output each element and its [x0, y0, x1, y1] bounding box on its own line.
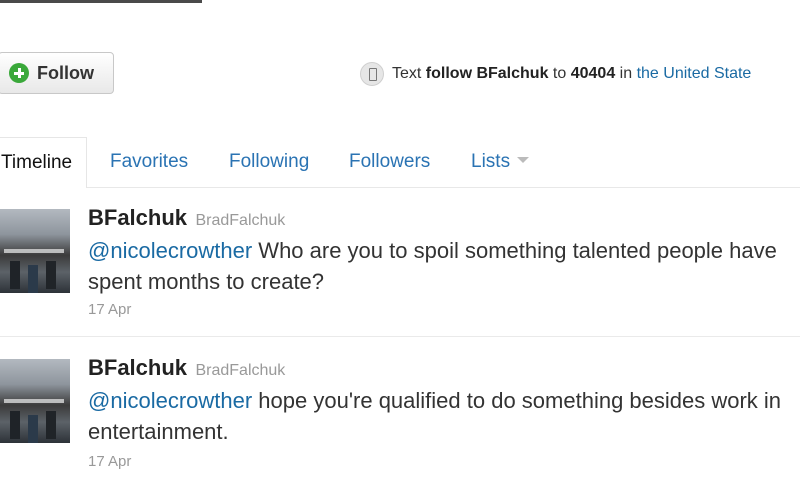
tab-favorites[interactable]: Favorites [110, 137, 188, 187]
header-image-edge [0, 0, 202, 3]
sms-in: in [619, 65, 633, 82]
sms-number: 40404 [570, 65, 616, 82]
tweet-timestamp[interactable]: 17 Apr [88, 301, 131, 318]
follow-button[interactable]: Follow [0, 52, 114, 94]
tweet-header: BFalchuk BradFalchuk [88, 355, 285, 381]
country-link[interactable]: the United State [637, 65, 752, 83]
tweet-mention-link[interactable]: @nicolecrowther [88, 238, 252, 263]
avatar[interactable] [0, 359, 70, 443]
tweet-header: BFalchuk BradFalchuk [88, 205, 285, 231]
tweet-author-handle[interactable]: BradFalchuk [195, 362, 285, 379]
sms-follow-instructions: Text follow BFalchuk to 40404 in the Uni… [360, 62, 751, 86]
profile-tabs: Timeline Favorites Following Followers L… [0, 137, 800, 188]
phone-icon [360, 62, 384, 86]
plus-icon [9, 63, 29, 83]
tweet-author-handle[interactable]: BradFalchuk [195, 212, 285, 229]
tweet-divider [0, 336, 800, 337]
sms-to: to [552, 65, 567, 82]
tweet-author-name[interactable]: BFalchuk [88, 355, 187, 380]
sms-command: follow BFalchuk [425, 65, 549, 82]
tweet-mention-link[interactable]: @nicolecrowther [88, 388, 252, 413]
tweet-text: @nicolecrowther Who are you to spoil som… [88, 235, 800, 297]
sms-prefix: Text [392, 65, 422, 82]
tab-timeline[interactable]: Timeline [0, 137, 88, 188]
tab-following[interactable]: Following [229, 137, 309, 187]
tab-lists-label: Lists [471, 151, 511, 172]
tab-followers[interactable]: Followers [349, 137, 430, 187]
avatar[interactable] [0, 209, 70, 293]
tweet-author-name[interactable]: BFalchuk [88, 205, 187, 230]
tweet-text: @nicolecrowther hope you're qualified to… [88, 385, 800, 447]
chevron-down-icon [517, 157, 530, 163]
follow-label: Follow [37, 62, 94, 83]
tweet-timestamp[interactable]: 17 Apr [88, 453, 131, 470]
tab-lists[interactable]: Lists [471, 137, 530, 187]
